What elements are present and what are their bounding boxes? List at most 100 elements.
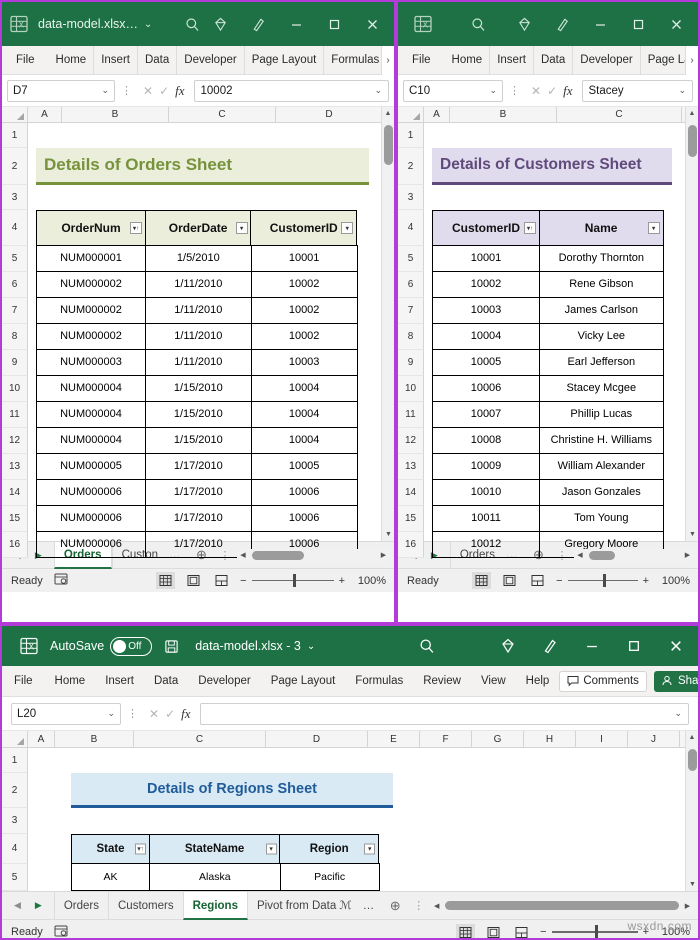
table-header-statename[interactable]: StateName ▾ <box>148 834 281 864</box>
filename-caret-icon[interactable]: ⌄ <box>307 641 315 652</box>
normal-view-icon[interactable] <box>456 923 476 938</box>
formula-bar-orders[interactable]: D7 ⌄ ⋮ ✕ ✓ fx 10002 ⌄ <box>2 75 394 107</box>
table-cell[interactable]: 10010 <box>432 478 540 506</box>
page-break-preview-icon[interactable] <box>528 572 547 589</box>
select-all-corner[interactable] <box>2 107 28 122</box>
table-cell[interactable]: 10002 <box>432 270 540 298</box>
ribbon-tab-insert[interactable]: Insert <box>94 45 138 75</box>
row-header[interactable]: 2 <box>2 773 28 808</box>
scroll-down-arrow-icon[interactable]: ▼ <box>686 878 698 891</box>
scroll-up-arrow-icon[interactable]: ▲ <box>686 107 698 120</box>
sheet-tab-regions[interactable]: Regions <box>182 891 248 920</box>
filter-dropdown-icon[interactable]: ▾ <box>647 222 660 234</box>
column-header-a[interactable]: A <box>424 107 450 122</box>
row-header[interactable]: 12 <box>398 428 424 454</box>
ribbon-tab-page-layout[interactable]: Page Layout <box>245 45 325 75</box>
zoom-out-icon[interactable]: − <box>540 926 546 938</box>
vertical-scroll-thumb[interactable] <box>688 125 697 157</box>
pen-ink-icon[interactable] <box>550 12 574 36</box>
table-cell[interactable]: NUM000002 <box>36 296 146 324</box>
table-cell[interactable]: 10006 <box>250 478 358 506</box>
row-header[interactable]: 6 <box>398 272 424 298</box>
table-cell[interactable]: Phillip Lucas <box>538 400 664 428</box>
table-row[interactable]: 10001 Dorothy Thornton <box>424 244 698 272</box>
maximize-button[interactable] <box>622 634 646 658</box>
row-header[interactable]: 14 <box>2 480 28 506</box>
vertical-scrollbar-regions[interactable]: ▲ ▼ <box>685 731 698 891</box>
page-break-preview-icon[interactable] <box>512 924 531 939</box>
table-cell[interactable]: 10002 <box>250 270 358 298</box>
ribbon-tab-home[interactable]: Home <box>445 45 491 75</box>
table-row[interactable]: NUM000006 1/17/2010 10006 <box>28 478 394 506</box>
column-header-a[interactable]: A <box>28 731 55 747</box>
column-header-d[interactable]: D <box>276 107 383 122</box>
table-cell[interactable]: 1/11/2010 <box>144 348 252 376</box>
table-cell[interactable]: 10012 <box>432 530 540 558</box>
ribbon-tab-formulas[interactable]: Formulas <box>345 667 413 696</box>
row-header[interactable]: 7 <box>2 298 28 324</box>
table-cell[interactable]: 10006 <box>432 374 540 402</box>
close-button[interactable] <box>664 12 688 36</box>
column-header-c[interactable]: C <box>557 107 682 122</box>
table-row[interactable]: 10005 Earl Jefferson <box>424 348 698 376</box>
row-header[interactable]: 3 <box>2 185 28 210</box>
zoom-in-icon[interactable]: + <box>643 575 649 587</box>
table-header-customerid[interactable]: CustomerID ▾ <box>250 210 358 246</box>
row-header[interactable]: 15 <box>2 506 28 532</box>
horizontal-scroll-thumb[interactable] <box>445 901 679 910</box>
autosave-switch[interactable]: Off <box>110 636 153 656</box>
column-header-c[interactable]: C <box>169 107 276 122</box>
table-cell[interactable]: Rene Gibson <box>538 270 664 298</box>
table-cell[interactable]: 10001 <box>250 244 358 272</box>
cancel-edit-icon[interactable]: ✕ <box>143 84 153 98</box>
table-row[interactable]: NUM000003 1/11/2010 10003 <box>28 348 394 376</box>
row-header[interactable]: 15 <box>398 506 424 532</box>
row-header[interactable]: 2 <box>398 148 424 185</box>
table-cell[interactable]: NUM000004 <box>36 400 146 428</box>
table-row[interactable]: NUM000005 1/17/2010 10005 <box>28 452 394 480</box>
ribbon-tab-file[interactable]: File <box>2 46 49 75</box>
table-cell[interactable]: 10011 <box>432 504 540 532</box>
table-cell[interactable]: NUM000001 <box>36 244 146 272</box>
table-row[interactable]: NUM000004 1/15/2010 10004 <box>28 426 394 454</box>
ribbon-tab-file[interactable]: File <box>2 667 45 696</box>
table-cell[interactable]: 10006 <box>250 504 358 532</box>
table-row[interactable]: 10008 Christine H. Williams <box>424 426 698 454</box>
hscroll-left-arrow-icon[interactable]: ◀ <box>237 551 250 559</box>
formula-expand-chevron-icon[interactable]: ⌄ <box>374 85 382 96</box>
name-box-customers[interactable]: C10 ⌄ <box>403 79 503 102</box>
table-cell[interactable]: NUM000003 <box>36 348 146 376</box>
close-button[interactable] <box>664 634 688 658</box>
table-cell[interactable]: 10004 <box>250 374 358 402</box>
ribbon-tab-formulas[interactable]: Formulas <box>324 45 388 75</box>
table-cell[interactable]: 10007 <box>432 400 540 428</box>
column-header-d[interactable]: D <box>266 731 368 747</box>
table-cell[interactable]: NUM000002 <box>36 322 146 350</box>
table-header-customerid[interactable]: CustomerID ▾↑ <box>432 210 540 246</box>
row-header[interactable]: 1 <box>2 123 28 148</box>
formula-bar-actions[interactable]: ✕ ✓ fx <box>138 82 190 100</box>
filter-dropdown-icon[interactable]: ▾ <box>265 843 277 855</box>
row-header[interactable]: 5 <box>2 246 28 272</box>
autosave-toggle[interactable]: AutoSave Off <box>50 636 153 656</box>
select-all-corner[interactable] <box>398 107 424 122</box>
ribbon-tab-developer[interactable]: Developer <box>188 667 260 696</box>
table-cell[interactable]: 10002 <box>250 296 358 324</box>
table-cell[interactable]: 10002 <box>250 322 358 350</box>
vertical-scroll-thumb[interactable] <box>688 749 697 771</box>
comments-button[interactable]: Comments <box>559 670 647 692</box>
normal-view-icon[interactable] <box>472 572 492 589</box>
column-header-f[interactable]: F <box>420 731 472 747</box>
row-header[interactable]: 10 <box>398 376 424 402</box>
table-row[interactable]: 10007 Phillip Lucas <box>424 400 698 428</box>
insert-function-icon[interactable]: fx <box>175 83 184 99</box>
page-layout-view-icon[interactable] <box>184 572 203 589</box>
table-row[interactable]: AK Alaska Pacific <box>28 862 698 891</box>
table-cell[interactable]: 1/11/2010 <box>144 322 252 350</box>
table-cell[interactable]: Jason Gonzales <box>538 478 664 506</box>
table-cell[interactable]: Stacey Mcgee <box>538 374 664 402</box>
share-button[interactable]: Share ⌄ <box>653 670 698 692</box>
scroll-down-arrow-icon[interactable]: ▼ <box>686 528 698 541</box>
minimize-button[interactable] <box>284 12 308 36</box>
scroll-up-arrow-icon[interactable]: ▲ <box>382 107 394 120</box>
